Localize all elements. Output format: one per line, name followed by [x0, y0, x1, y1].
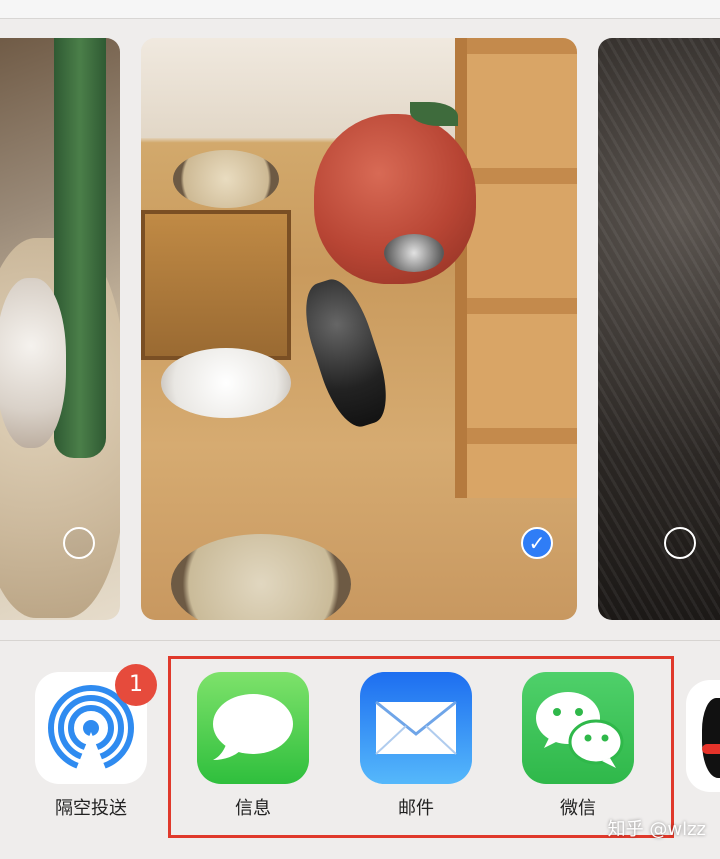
photo-thumbnail-left[interactable] — [0, 38, 120, 620]
white-cat — [161, 348, 291, 418]
photo-thumbnail-right[interactable] — [598, 38, 720, 620]
select-check-selected[interactable]: ✓ — [521, 527, 553, 559]
cat-fur-closeup — [598, 38, 720, 620]
penguin-body — [702, 698, 720, 778]
penguin-scarf — [702, 744, 720, 754]
select-circle-left[interactable] — [63, 527, 95, 559]
share-airdrop[interactable]: 1 隔空投送 — [35, 664, 157, 820]
cat-in-house — [384, 234, 444, 272]
photo-thumbnail-selected[interactable] — [141, 38, 577, 620]
apple-cat-house — [314, 102, 476, 284]
watermark: 知乎 @wlzz — [607, 819, 706, 840]
notification-badge: 1 — [115, 664, 157, 706]
divider — [0, 640, 720, 641]
select-circle-right[interactable] — [664, 527, 696, 559]
qq-penguin-icon[interactable] — [686, 680, 720, 792]
black-cat — [294, 272, 398, 434]
airdrop-icon[interactable]: 1 — [35, 664, 157, 784]
kitten — [0, 278, 66, 448]
bookshelf — [455, 38, 577, 498]
airdrop-label: 隔空投送 — [55, 798, 127, 819]
wooden-table — [141, 210, 291, 360]
top-bar — [0, 0, 720, 19]
highlight-box — [168, 656, 674, 838]
photo-strip[interactable] — [0, 38, 720, 620]
round-cushion-bottom — [171, 534, 351, 620]
round-cushion — [173, 150, 279, 208]
